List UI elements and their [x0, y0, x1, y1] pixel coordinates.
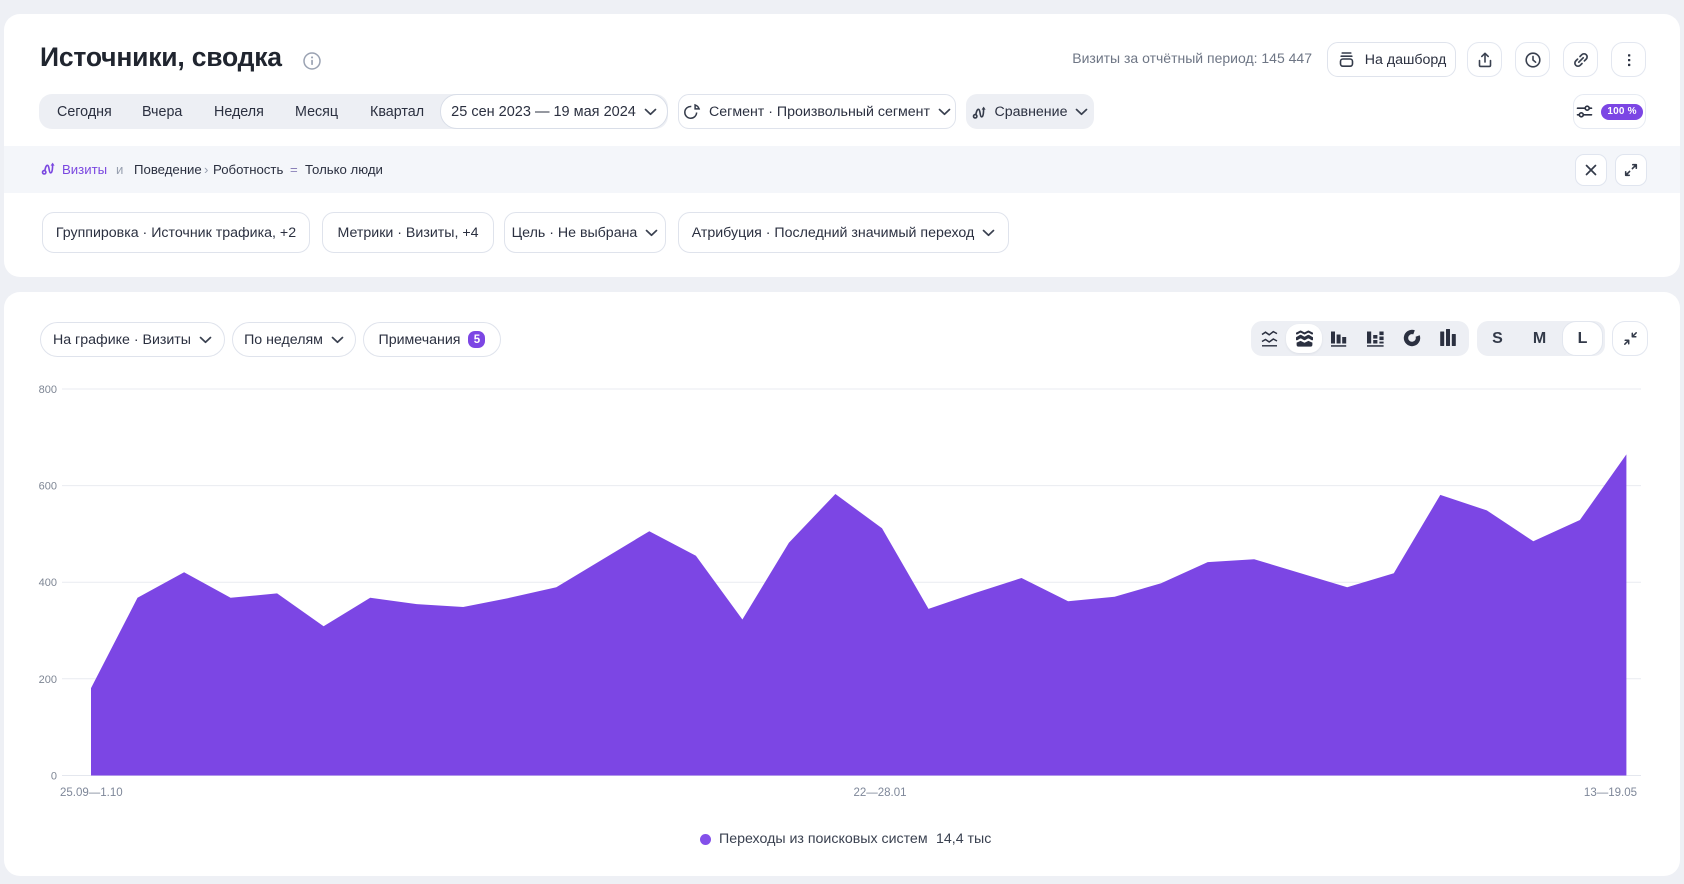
svg-text:0: 0 [51, 771, 57, 783]
svg-text:25.09—1.10: 25.09—1.10 [60, 787, 123, 799]
svg-text:400: 400 [39, 577, 57, 589]
svg-text:800: 800 [39, 384, 57, 396]
svg-text:200: 200 [39, 674, 57, 686]
svg-text:13—19.05: 13—19.05 [1584, 787, 1637, 799]
svg-text:22—28.01: 22—28.01 [853, 787, 906, 799]
svg-text:600: 600 [39, 481, 57, 493]
